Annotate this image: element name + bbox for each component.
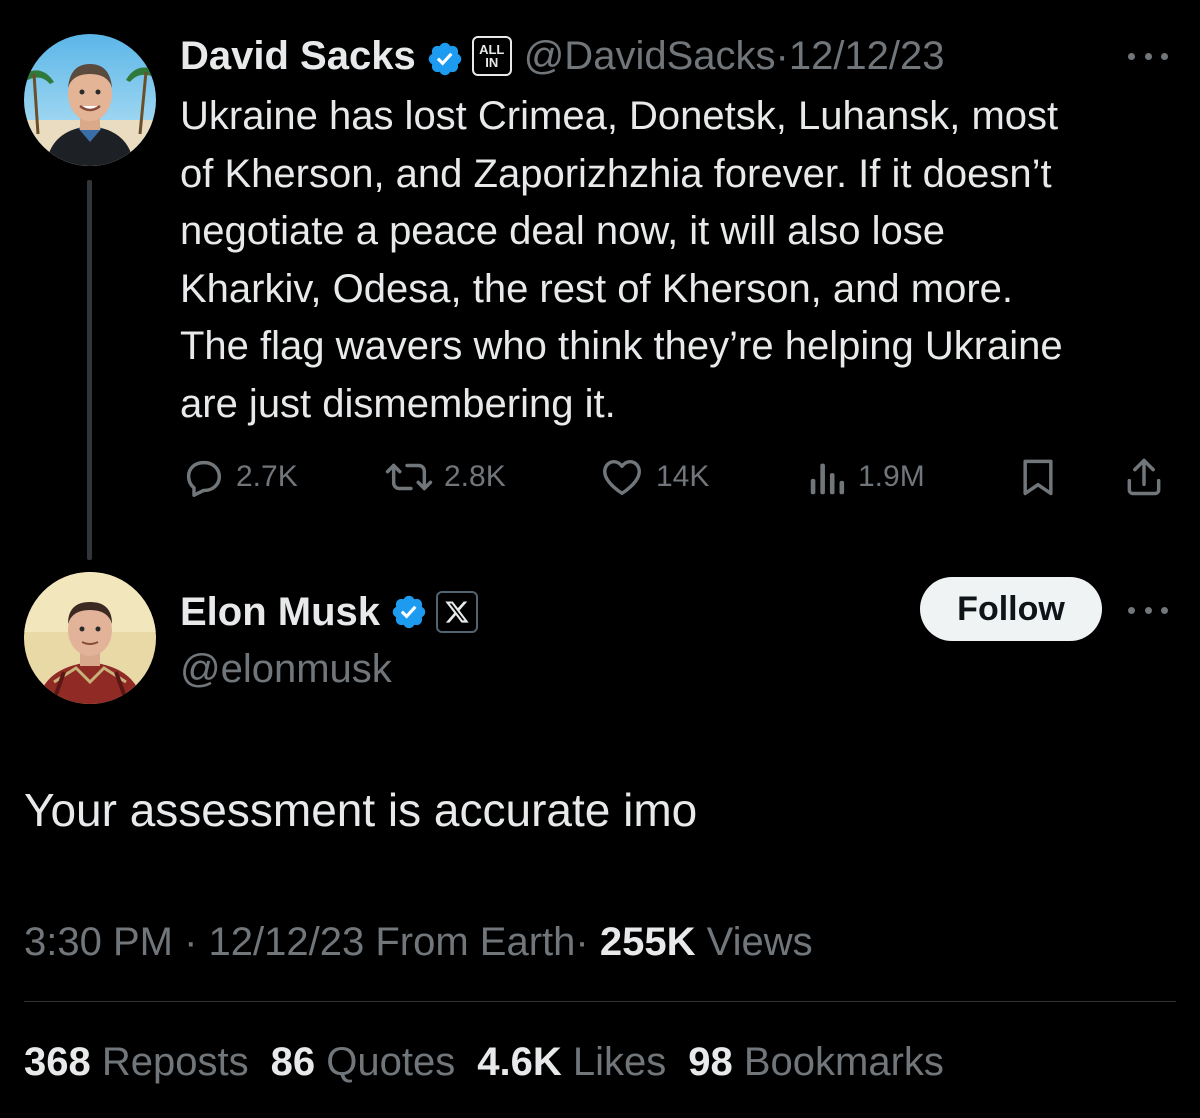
x-logo-icon	[445, 601, 469, 623]
tweet-text-line: Kharkiv, Odesa, the rest of Kherson, and…	[180, 266, 1014, 311]
tweet-text-line: negotiate a peace deal now, it will also…	[180, 209, 945, 253]
repost-button[interactable]: 2.8K	[384, 452, 506, 502]
affiliation-badge-all-in[interactable]: ALL IN	[471, 36, 512, 76]
avatar-elon-musk[interactable]	[24, 572, 156, 704]
main-tweet-text: Your assessment is accurate imo	[24, 784, 698, 836]
tweet-time[interactable]: 3:30 PM	[24, 920, 173, 964]
quotes-stat[interactable]: 86 Quotes	[271, 1040, 456, 1084]
author-handle[interactable]: @elonmusk	[180, 641, 392, 697]
repost-count: 2.8K	[444, 460, 506, 493]
tweet-date[interactable]: 12/12/23	[789, 34, 945, 78]
parent-tweet-action-bar: 2.7K 2.8K 14K 1.9M	[180, 452, 1170, 502]
reply-count: 2.7K	[236, 460, 298, 493]
thread-connector-line	[87, 180, 92, 560]
verified-badge-icon[interactable]	[426, 37, 464, 76]
likes-stat[interactable]: 4.6K Likes	[477, 1040, 666, 1084]
verified-badge-icon[interactable]	[390, 593, 428, 631]
bookmarks-label: Bookmarks	[743, 1040, 944, 1084]
likes-count: 4.6K	[477, 1040, 562, 1084]
author-name[interactable]: Elon Musk	[180, 590, 380, 635]
heart-icon	[598, 454, 646, 500]
more-icon[interactable]	[1128, 604, 1168, 616]
author-handle[interactable]: @DavidSacks	[524, 34, 776, 78]
more-icon[interactable]	[1128, 50, 1168, 62]
views-icon	[808, 454, 848, 500]
tweet-text-line: Ukraine has lost Crimea, Donetsk, Luhans…	[180, 94, 1059, 138]
like-count: 14K	[656, 460, 710, 493]
reply-icon	[180, 454, 226, 500]
share-button[interactable]	[1122, 452, 1166, 502]
engagement-stats: 368 Reposts 86 Quotes 4.6K Likes 98 Bookmar…	[24, 1034, 966, 1090]
tweet-meta-row: 3:30 PM · 12/12/23 From Earth· 255K View…	[24, 914, 813, 970]
parent-tweet-header: David Sacks ALL IN @DavidSacks·12/12/23	[180, 28, 945, 84]
reposts-count: 368	[24, 1040, 91, 1084]
meta-separator: ·	[775, 34, 789, 78]
views-count: 1.9M	[858, 460, 925, 493]
bookmark-button[interactable]	[1016, 452, 1060, 502]
bookmarks-stat[interactable]: 98 Bookmarks	[688, 1040, 944, 1084]
quotes-count: 86	[270, 1040, 316, 1084]
avatar-david-sacks[interactable]	[24, 34, 156, 166]
affiliation-badge-line2: IN	[485, 55, 499, 70]
bookmark-icon	[1016, 454, 1060, 500]
tweet-text-line: The flag wavers who think they’re helpin…	[180, 324, 1063, 368]
reposts-stat[interactable]: 368 Reposts	[24, 1040, 249, 1084]
follow-button[interactable]: Follow	[920, 577, 1102, 641]
affiliation-badge-x[interactable]	[436, 591, 479, 633]
views-count: 255K	[599, 920, 696, 964]
divider	[24, 1001, 1176, 1002]
tweet-date[interactable]: 12/12/23	[209, 920, 365, 964]
main-tweet-header: Elon Musk	[180, 584, 479, 640]
quotes-label: Quotes	[326, 1040, 456, 1084]
reposts-label: Reposts	[101, 1040, 249, 1084]
bookmarks-count: 98	[688, 1040, 733, 1084]
like-button[interactable]: 14K	[598, 452, 709, 502]
likes-label: Likes	[572, 1040, 667, 1084]
meta-separator: ·	[575, 920, 589, 964]
author-name[interactable]: David Sacks	[180, 28, 416, 84]
tweet-text-line: are just dismembering it.	[180, 381, 616, 426]
parent-tweet-text: Ukraine has lost Crimea, Donetsk, Luhans…	[180, 88, 1180, 433]
tweet-text-line: of Kherson, and Zaporizhzhia forever. If…	[180, 151, 1052, 196]
meta-separator: ·	[184, 920, 198, 964]
tweet-source: From Earth	[375, 920, 576, 964]
reply-button[interactable]: 2.7K	[180, 452, 298, 502]
share-icon	[1122, 454, 1166, 500]
views-label: Views	[706, 920, 813, 964]
repost-icon	[384, 454, 434, 500]
views-button[interactable]: 1.9M	[808, 452, 925, 502]
